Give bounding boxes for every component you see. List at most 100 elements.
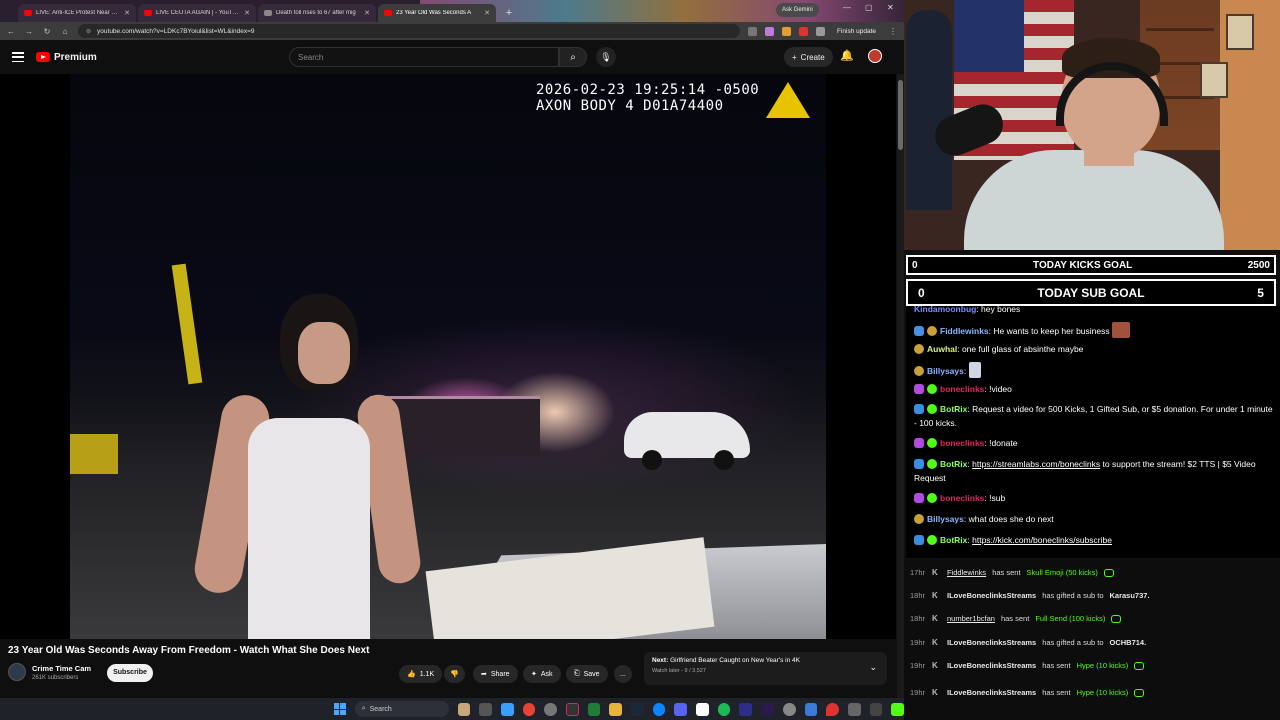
ask-button[interactable]: ✦ Ask — [523, 665, 561, 683]
search-input[interactable]: Search — [289, 47, 559, 67]
playlist-position: Watch later - 9 / 3,527 — [652, 668, 706, 674]
channel-info[interactable]: Crime Time Cam 261K subscribers — [8, 663, 91, 681]
forward-icon[interactable]: → — [24, 27, 34, 36]
microphone-icon[interactable]: 🎙 — [596, 47, 616, 67]
obs-icon[interactable] — [566, 702, 579, 716]
profile-icon[interactable] — [815, 26, 825, 36]
create-button[interactable]: + Create — [784, 47, 833, 67]
chat-username[interactable]: boneclinks — [940, 493, 984, 503]
kick-icon[interactable] — [891, 702, 904, 716]
event-user[interactable]: ILoveBoneclinksStreams — [947, 661, 1036, 670]
steam-icon[interactable] — [631, 702, 644, 716]
youtube-logo[interactable]: Premium — [36, 52, 97, 63]
extension-icon[interactable] — [798, 26, 808, 36]
taskbar-search[interactable]: ⌕ Search — [354, 701, 449, 717]
xbox-icon[interactable] — [587, 702, 601, 716]
dislike-button[interactable]: 👎 — [444, 665, 465, 683]
settings-gear-icon[interactable] — [544, 702, 558, 716]
copilot-icon[interactable] — [501, 702, 514, 716]
snip-icon[interactable] — [847, 702, 861, 716]
chat-username[interactable]: Billysays — [927, 514, 964, 524]
search-icon[interactable]: ⌕ — [559, 47, 587, 67]
up-next-card[interactable]: Next: Girlfriend Beater Caught on New Ye… — [644, 652, 887, 685]
chat-username[interactable]: boneclinks — [940, 384, 984, 394]
chrome-icon[interactable] — [522, 702, 536, 716]
notifications-bell-icon[interactable]: 🔔 — [840, 49, 854, 62]
maps-pin-icon[interactable] — [826, 702, 839, 716]
back-icon[interactable]: ← — [6, 27, 16, 36]
chat-username[interactable]: Fiddlewinks — [940, 326, 989, 336]
app-icon[interactable] — [782, 702, 796, 716]
home-icon[interactable]: ⌂ — [60, 27, 70, 36]
chat-link[interactable]: https://streamlabs.com/boneclinks — [972, 459, 1100, 469]
event-row: 18hr K ILoveBoneclinksStreams has gifted a … — [910, 591, 1278, 600]
chat-username[interactable]: Billysays — [927, 366, 964, 376]
camera-id-line: AXON BODY 4 D01A74400 — [536, 98, 724, 114]
new-tab-icon[interactable]: + — [502, 6, 516, 20]
page-scrollbar[interactable] — [897, 74, 904, 698]
save-button[interactable]: ⎗ Save — [566, 665, 608, 683]
chat-username[interactable]: Kindamoonbug — [914, 306, 976, 314]
notion-icon[interactable] — [696, 702, 709, 716]
site-info-icon[interactable]: ⊜ — [86, 28, 91, 35]
chat-username[interactable]: BotRix — [940, 459, 967, 469]
event-row: 18hr Knumber1bcfan has sent Full Send (100 … — [910, 614, 1278, 623]
discord-icon[interactable] — [674, 702, 688, 716]
kick-logo-icon: K — [932, 688, 938, 697]
browser-tab[interactable]: Death toll rises to 67 after mig ✕ — [258, 4, 376, 22]
account-avatar[interactable] — [868, 49, 882, 63]
browser-tab[interactable]: LIVE: Anti-ICE Protest Near Emi ✕ — [18, 4, 136, 22]
address-bar[interactable]: ⊜ youtube.com/watch?v=LDKc7BYoiul&list=W… — [78, 24, 740, 38]
event-user[interactable]: ILoveBoneclinksStreams — [947, 688, 1036, 697]
app-icon[interactable] — [804, 702, 818, 716]
channel-name[interactable]: Crime Time Cam — [32, 664, 91, 673]
hamburger-menu-icon[interactable] — [12, 52, 24, 62]
spotify-icon[interactable] — [717, 702, 731, 716]
extension-icon[interactable] — [764, 26, 774, 36]
close-tab-icon[interactable]: ✕ — [484, 9, 490, 17]
event-user[interactable]: ILoveBoneclinksStreams — [947, 638, 1036, 647]
chat-message: BotRix: Request a video for 500 Kicks, 1… — [914, 402, 1276, 430]
premiere-icon[interactable] — [761, 702, 774, 716]
minimize-icon[interactable]: — — [843, 3, 851, 12]
wall-frame — [1226, 14, 1254, 50]
goal-target: 2500 — [1247, 259, 1270, 271]
event-user[interactable]: Fiddlewinks — [947, 568, 986, 577]
event-user[interactable]: number1bcfan — [947, 614, 995, 623]
event-user[interactable]: ILoveBoneclinksStreams — [947, 591, 1036, 600]
chat-username[interactable]: boneclinks — [940, 438, 984, 448]
more-actions-button[interactable]: ... — [614, 665, 632, 683]
ask-gemini-button[interactable]: Ask Gemini — [776, 3, 819, 17]
maximize-icon[interactable]: ▢ — [865, 3, 873, 12]
kicks-icon — [1134, 688, 1145, 697]
taskbar-app-icon[interactable] — [457, 702, 471, 716]
browser-tab-active[interactable]: 23 Year Old Was Seconds A ✕ — [378, 4, 496, 22]
close-tab-icon[interactable]: ✕ — [364, 9, 370, 17]
task-view-icon[interactable] — [479, 702, 493, 716]
file-explorer-icon[interactable] — [609, 702, 623, 716]
edge-icon[interactable] — [652, 702, 666, 716]
chevron-down-icon[interactable]: ⌄ — [869, 662, 877, 673]
start-button-icon[interactable] — [334, 703, 346, 715]
browser-tab[interactable]: LIVE CEUTA AGAIN | - YouTube ✕ — [138, 4, 256, 22]
channel-avatar[interactable] — [8, 663, 26, 681]
share-button[interactable]: ➦ Share — [473, 665, 518, 683]
close-window-icon[interactable]: ✕ — [887, 3, 894, 12]
subscribe-button[interactable]: Subscribe — [107, 664, 153, 682]
notes-icon[interactable] — [739, 702, 753, 716]
like-button[interactable]: 👍 1.1K — [399, 665, 443, 683]
close-tab-icon[interactable]: ✕ — [244, 9, 250, 17]
close-tab-icon[interactable]: ✕ — [124, 9, 130, 17]
chat-username[interactable]: BotRix — [940, 535, 967, 545]
photos-icon[interactable] — [869, 702, 883, 716]
extension-icon[interactable] — [747, 26, 757, 36]
finish-update-button[interactable]: Finish update — [833, 28, 880, 35]
menu-kebab-icon[interactable]: ⋮ — [888, 27, 898, 36]
extension-icon[interactable] — [781, 26, 791, 36]
chat-username[interactable]: BotRix — [940, 404, 967, 414]
chat-username[interactable]: Auwhal — [927, 344, 957, 354]
chat-link[interactable]: https://kick.com/boneclinks/subscribe — [972, 535, 1112, 545]
reload-icon[interactable]: ↻ — [42, 27, 52, 36]
youtube-play-icon — [36, 52, 50, 62]
video-player[interactable] — [0, 74, 896, 639]
